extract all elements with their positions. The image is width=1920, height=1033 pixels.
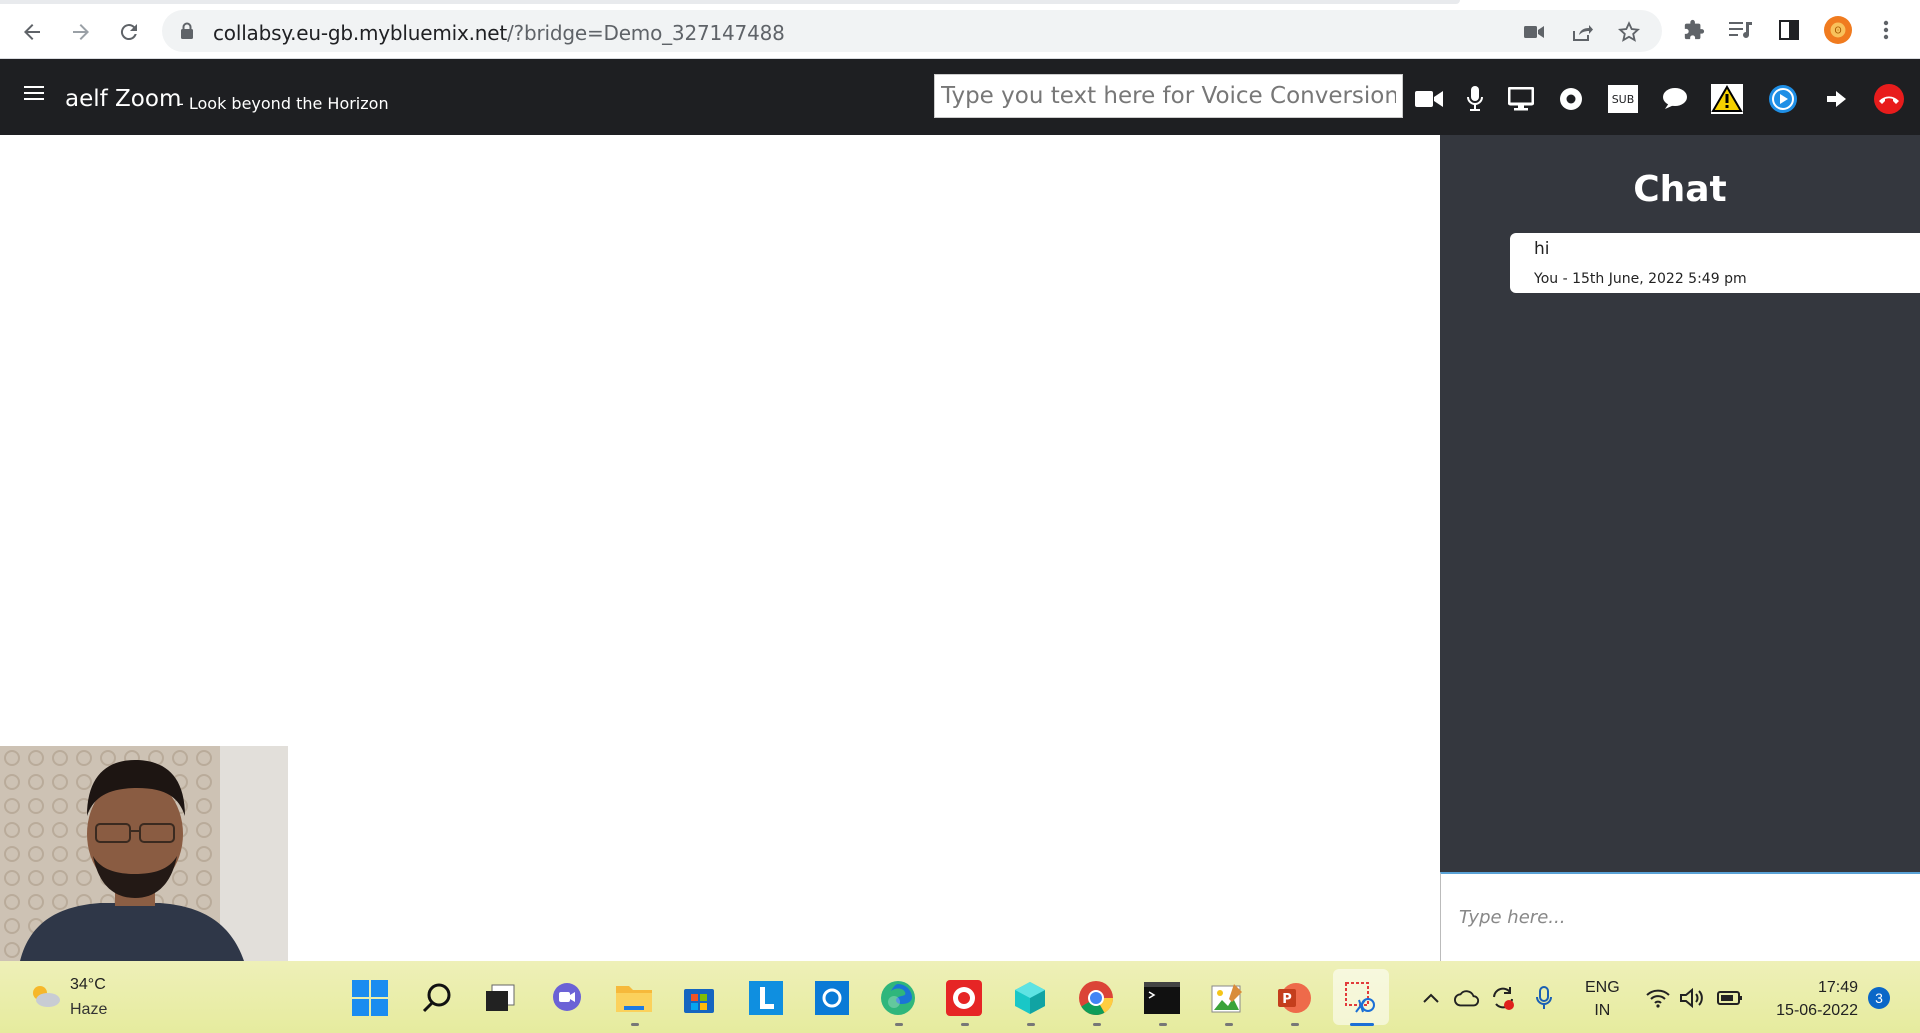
chat-input[interactable] [1441,874,1920,961]
language-region: IN [1594,1002,1611,1019]
chat-message-text: hi [1534,239,1550,259]
camera-in-use-icon[interactable] [1522,20,1546,44]
app-title: aelf Zoom [65,86,182,112]
show-hidden-icons-chevron-icon[interactable] [1418,985,1444,1011]
back-arrow-icon [24,24,40,40]
chat-input-container [1440,872,1920,961]
warning-icon[interactable] [1711,83,1743,115]
video-camera-icon[interactable] [1413,83,1445,115]
l-app-icon[interactable] [747,979,785,1017]
tab-strip [0,0,1460,4]
3d-cube-app-icon[interactable] [1011,979,1049,1017]
play-circle-icon[interactable] [1767,83,1799,115]
forward-arrow-icon [73,24,89,40]
subtitles-icon: SUB [1608,85,1638,113]
url-text: collabsy.eu-gb.mybluemix.net/?bridge=Dem… [213,21,785,45]
chat-message-meta: You - 15th June, 2022 5:49 pm [1534,271,1747,287]
onedrive-icon[interactable] [1454,985,1480,1011]
share-icon[interactable] [1570,20,1594,44]
search-icon[interactable] [418,979,456,1017]
microsoft-store-icon[interactable] [680,979,718,1017]
self-video-image [0,746,288,961]
microphone-tray-icon[interactable] [1531,985,1557,1011]
side-panel-icon[interactable] [1775,16,1803,44]
voice-conversion-input[interactable] [934,74,1403,118]
screen-recorder-icon[interactable] [945,979,983,1017]
bookmark-star-icon[interactable] [1617,20,1641,44]
svg-text:P: P [1282,992,1292,1007]
hamburger-menu-icon[interactable] [24,83,44,103]
weather-temperature: 34°C [70,976,106,993]
lock-icon [180,22,194,45]
microphone-icon[interactable] [1459,83,1491,115]
edge-icon[interactable] [879,979,917,1017]
sync-alert-icon[interactable] [1490,985,1516,1011]
weather-description: Haze [70,1001,108,1018]
forward-button[interactable] [63,14,99,50]
system-clock[interactable]: 17:49 15-06-2022 [1755,976,1858,1022]
profile-avatar-icon[interactable]: ʘ [1824,16,1852,44]
record-icon[interactable] [1555,83,1587,115]
chat-panel: Chat hi You - 15th June, 2022 5:49 pm [1440,135,1920,961]
subtitles-button[interactable]: SUB [1607,83,1639,115]
reload-icon [120,24,137,41]
chat-message: hi You - 15th June, 2022 5:49 pm [1510,233,1920,293]
chat-title: Chat [1633,169,1727,210]
chat-bubble-icon[interactable] [1659,83,1691,115]
cortana-app-icon[interactable] [813,979,851,1017]
weather-haze-icon[interactable] [28,983,62,1014]
media-controls-icon[interactable] [1727,16,1755,44]
browser-toolbar: collabsy.eu-gb.mybluemix.net/?bridge=Dem… [0,0,1920,59]
browser-menu-icon[interactable] [1872,16,1900,44]
extensions-icon[interactable] [1680,16,1708,44]
volume-icon[interactable] [1679,985,1705,1011]
reload-button[interactable] [111,14,147,50]
app-header: aelf Zoom - Look beyond the Horizon SUB [0,59,1920,135]
chrome-icon[interactable] [1077,979,1115,1017]
task-view-icon[interactable] [481,979,519,1017]
file-explorer-icon[interactable] [615,979,653,1017]
url-host: collabsy.eu-gb.mybluemix.net [213,21,508,45]
wifi-icon[interactable] [1645,985,1671,1011]
language-indicator[interactable]: ENG IN [1585,976,1620,1022]
teams-chat-icon[interactable] [548,979,586,1017]
app-subtitle: - Look beyond the Horizon [178,94,389,113]
powerpoint-icon[interactable]: P [1275,979,1313,1017]
screen-share-icon[interactable] [1505,83,1537,115]
terminal-icon[interactable] [1143,979,1181,1017]
end-call-icon[interactable] [1873,83,1905,115]
svg-text:ʘ: ʘ [1834,26,1841,37]
taskbar: 34°C Haze P ENG IN 17:49 15-06-2022 3 [0,961,1920,1033]
start-icon[interactable] [351,979,389,1017]
back-button[interactable] [14,14,50,50]
battery-icon[interactable] [1717,985,1743,1011]
clock-date: 15-06-2022 [1776,1002,1858,1019]
address-bar[interactable]: collabsy.eu-gb.mybluemix.net/?bridge=Dem… [162,10,1662,52]
clock-time: 17:49 [1817,979,1858,996]
language-code: ENG [1585,979,1620,996]
notification-badge[interactable]: 3 [1868,987,1890,1009]
paint-icon[interactable] [1209,979,1247,1017]
url-path: /?bridge=Demo_327147488 [507,21,785,45]
self-video-thumbnail[interactable] [0,746,288,961]
leave-icon[interactable] [1821,83,1853,115]
snipping-tool-icon[interactable] [1342,979,1380,1017]
